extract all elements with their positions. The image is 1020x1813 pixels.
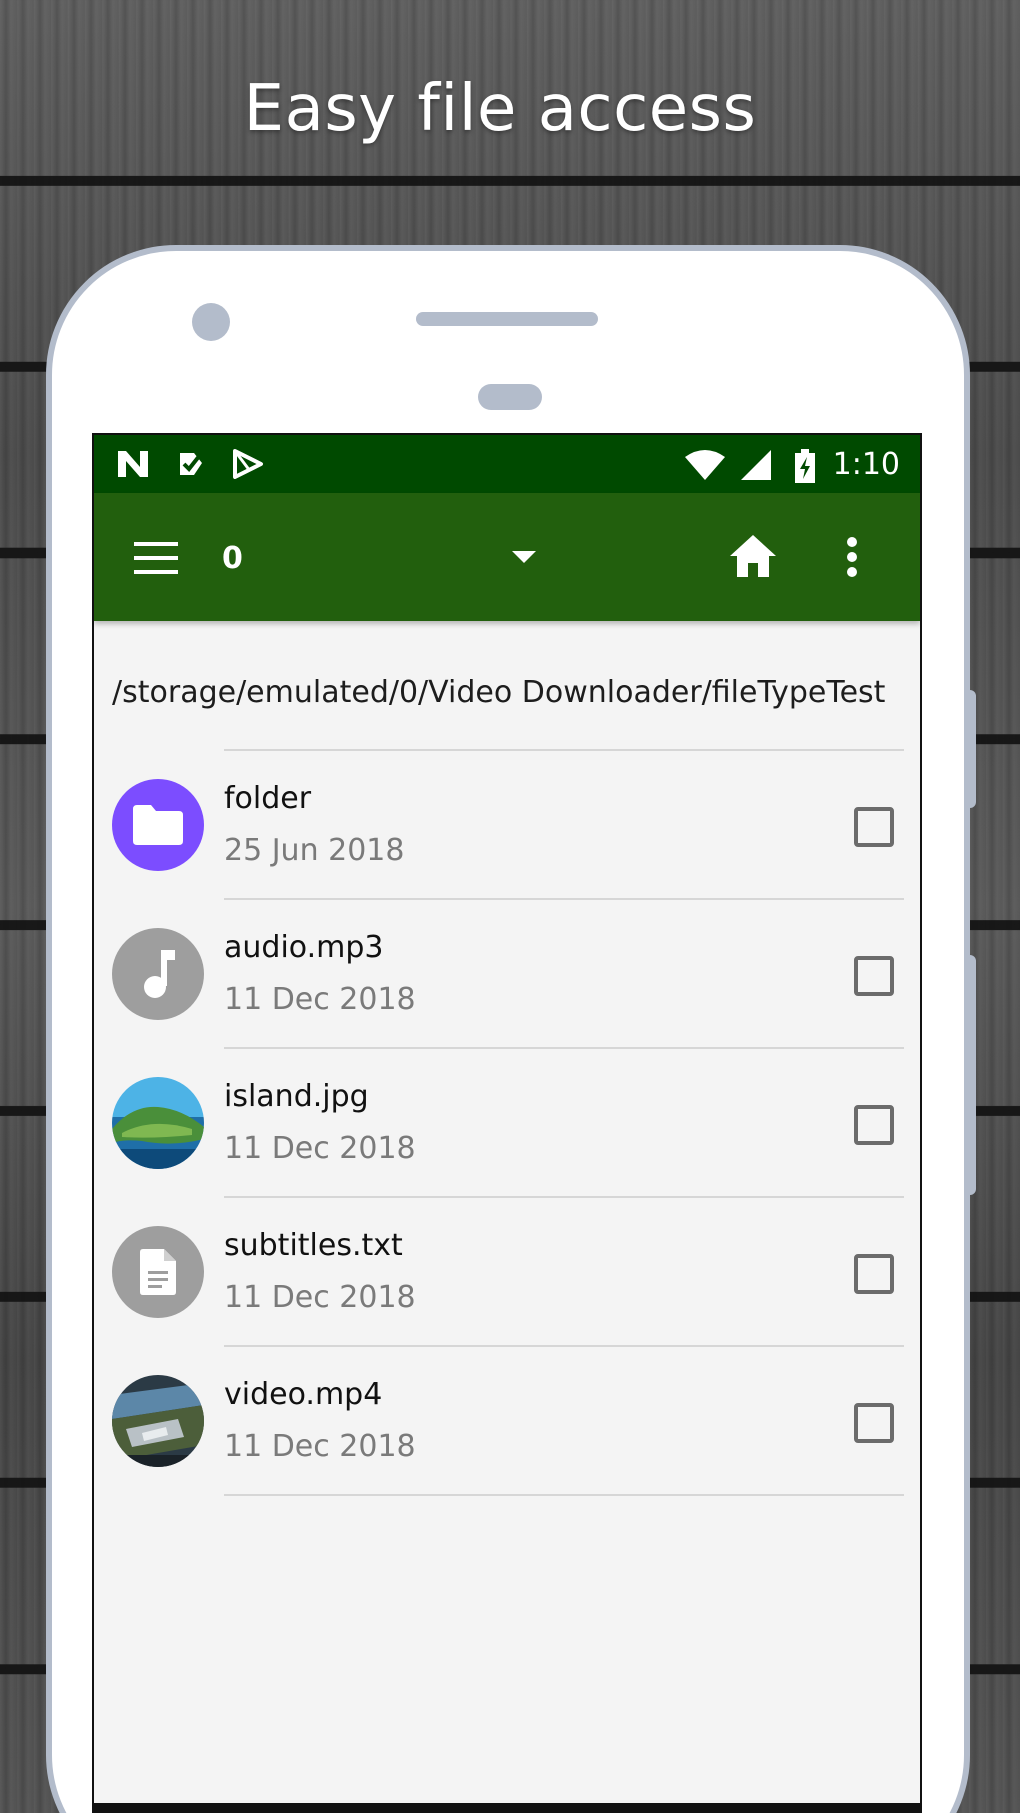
file-checkbox[interactable] (854, 1105, 894, 1145)
play-store-icon (233, 449, 263, 479)
image-thumbnail (112, 1077, 204, 1169)
file-checkbox[interactable] (854, 1403, 894, 1443)
file-date: 11 Dec 2018 (224, 982, 416, 1017)
app-toolbar: 0 (94, 493, 920, 621)
checkbox-notification-icon (180, 453, 202, 475)
phone-sensor (478, 384, 542, 410)
phone-speaker (416, 312, 598, 326)
status-bar: 1:10 (94, 435, 920, 493)
phone-volume-button (964, 955, 976, 1195)
file-date: 25 Jun 2018 (224, 833, 405, 868)
phone-camera (192, 303, 230, 341)
file-name: video.mp4 (224, 1377, 383, 1412)
n-notification-icon (118, 451, 148, 477)
music-note-icon (112, 928, 204, 1020)
file-date: 11 Dec 2018 (224, 1429, 416, 1464)
status-time: 1:10 (832, 447, 900, 482)
toolbar-title[interactable]: 0 (222, 541, 243, 576)
file-checkbox[interactable] (854, 956, 894, 996)
phone-power-button (964, 690, 976, 808)
file-checkbox[interactable] (854, 807, 894, 847)
more-vertical-icon[interactable] (846, 537, 858, 577)
folder-icon (112, 779, 204, 871)
headline: Easy file access (243, 72, 757, 146)
file-date: 11 Dec 2018 (224, 1131, 416, 1166)
file-row-text[interactable]: subtitles.txt 11 Dec 2018 (94, 1198, 920, 1346)
dropdown-arrow-icon[interactable] (512, 551, 536, 565)
signal-icon (741, 450, 771, 480)
file-name: subtitles.txt (224, 1228, 403, 1263)
file-name: folder (224, 781, 312, 816)
file-row-image[interactable]: island.jpg 11 Dec 2018 (94, 1049, 920, 1197)
list-divider (224, 1494, 904, 1496)
document-icon (112, 1226, 204, 1318)
app-screen: 1:10 0 /storage/emulated/0/Video Downloa… (92, 433, 922, 1813)
home-icon[interactable] (730, 535, 776, 577)
file-row-video[interactable]: video.mp4 11 Dec 2018 (94, 1347, 920, 1495)
wifi-icon (685, 450, 725, 480)
battery-charging-icon (795, 449, 815, 483)
file-checkbox[interactable] (854, 1254, 894, 1294)
navigation-bar (94, 1803, 920, 1813)
file-date: 11 Dec 2018 (224, 1280, 416, 1315)
file-row-audio[interactable]: audio.mp3 11 Dec 2018 (94, 900, 920, 1048)
file-name: audio.mp3 (224, 930, 384, 965)
current-path: /storage/emulated/0/Video Downloader/fil… (112, 675, 886, 710)
file-row-folder[interactable]: folder 25 Jun 2018 (94, 751, 920, 899)
hamburger-menu-icon[interactable] (134, 541, 178, 575)
video-thumbnail (112, 1375, 204, 1467)
file-name: island.jpg (224, 1079, 369, 1114)
